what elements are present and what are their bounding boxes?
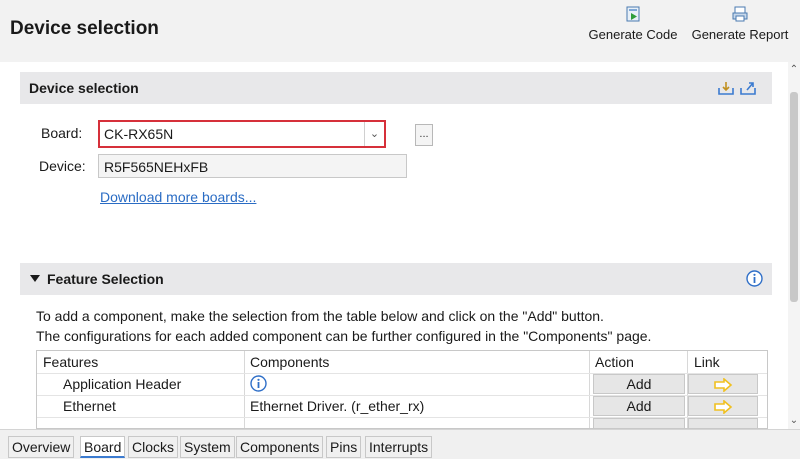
editor-tab-bar: Overview Board Clocks System Components … bbox=[0, 429, 800, 459]
add-button[interactable]: Add bbox=[593, 374, 685, 394]
chevron-down-icon[interactable]: ⌄ bbox=[364, 122, 384, 146]
device-label: Device: bbox=[39, 158, 86, 174]
tab-board[interactable]: Board bbox=[80, 436, 126, 458]
feature-ethernet[interactable]: Ethernet bbox=[63, 398, 116, 414]
generate-report-button[interactable]: Generate Report bbox=[684, 6, 796, 42]
page-title: Device selection bbox=[10, 18, 159, 39]
editor-header: Device selection Generate Code Generate … bbox=[0, 0, 800, 62]
add-button[interactable] bbox=[593, 418, 685, 428]
editor-content: Device selection Board: CK-RX65N ⌄ ... D… bbox=[0, 62, 788, 429]
link-button[interactable] bbox=[688, 396, 758, 416]
link-button[interactable] bbox=[688, 418, 758, 428]
feature-table: Features Components Action Link Applicat… bbox=[36, 350, 768, 429]
scroll-down-icon[interactable]: ⌄ bbox=[788, 415, 800, 427]
collapse-triangle-icon[interactable] bbox=[30, 275, 40, 283]
right-arrow-icon bbox=[714, 377, 733, 393]
feature-selection-section-header[interactable]: Feature Selection bbox=[20, 263, 772, 295]
component-ethernet-driver[interactable]: Ethernet Driver. (r_ether_rx) bbox=[250, 398, 424, 414]
tab-system[interactable]: System bbox=[180, 436, 235, 458]
scroll-up-icon[interactable]: ⌃ bbox=[788, 64, 800, 76]
feature-selection-section-title: Feature Selection bbox=[47, 271, 164, 287]
info-icon[interactable] bbox=[250, 375, 267, 392]
download-more-boards-link[interactable]: Download more boards... bbox=[100, 189, 256, 205]
tab-interrupts[interactable]: Interrupts bbox=[365, 436, 433, 458]
board-label: Board: bbox=[41, 125, 83, 141]
device-selection-section-header: Device selection bbox=[20, 72, 772, 104]
column-header-action[interactable]: Action bbox=[595, 354, 634, 370]
generate-report-icon bbox=[732, 6, 748, 22]
column-header-link[interactable]: Link bbox=[694, 354, 720, 370]
column-header-components[interactable]: Components bbox=[250, 354, 329, 370]
device-field-value: R5F565NEHxFB bbox=[104, 159, 209, 175]
tab-overview[interactable]: Overview bbox=[8, 436, 75, 458]
feature-application-header[interactable]: Application Header bbox=[63, 376, 181, 392]
vertical-scrollbar[interactable]: ⌃ ⌄ bbox=[788, 62, 800, 429]
browse-boards-button[interactable]: ... bbox=[415, 124, 433, 146]
feature-description-line-2: The configurations for each added compon… bbox=[36, 328, 652, 344]
board-select-value: CK-RX65N bbox=[104, 126, 174, 142]
tab-clocks[interactable]: Clocks bbox=[128, 436, 179, 458]
info-icon[interactable] bbox=[746, 270, 763, 287]
generate-code-label: Generate Code bbox=[588, 27, 678, 42]
add-button[interactable]: Add bbox=[593, 396, 685, 416]
generate-report-label: Generate Report bbox=[691, 27, 789, 42]
device-selection-section-title: Device selection bbox=[29, 80, 139, 96]
tab-components[interactable]: Components bbox=[236, 436, 324, 458]
column-header-features[interactable]: Features bbox=[43, 354, 98, 370]
import-icon[interactable] bbox=[717, 80, 735, 96]
board-select[interactable]: CK-RX65N ⌄ bbox=[98, 120, 386, 148]
tab-pins[interactable]: Pins bbox=[326, 436, 362, 458]
feature-description-line-1: To add a component, make the selection f… bbox=[36, 308, 604, 324]
generate-code-icon bbox=[626, 6, 640, 22]
right-arrow-icon bbox=[714, 399, 733, 415]
export-icon[interactable] bbox=[739, 80, 757, 96]
generate-code-button[interactable]: Generate Code bbox=[585, 6, 681, 42]
scrollbar-thumb[interactable] bbox=[790, 92, 798, 302]
link-button[interactable] bbox=[688, 374, 758, 394]
device-field: R5F565NEHxFB bbox=[98, 154, 407, 178]
